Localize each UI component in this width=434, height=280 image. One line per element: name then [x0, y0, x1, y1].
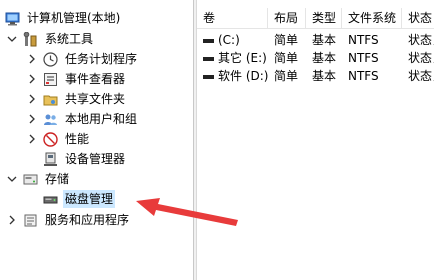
filesystem-cell: NTFS: [348, 69, 379, 83]
volume-name: (C:): [218, 33, 240, 47]
table-row[interactable]: 其它 (E:) 简单 基本 NTFS 状态良: [197, 49, 434, 67]
chevron-down-icon[interactable]: [6, 33, 18, 45]
chevron-right-icon[interactable]: [26, 113, 38, 125]
services-icon: [22, 212, 39, 229]
event-viewer-icon: [42, 71, 59, 88]
column-header-volume[interactable]: 卷: [197, 8, 268, 29]
computer-management-icon: [4, 10, 21, 27]
tools-icon: [22, 31, 39, 48]
tree-node-local-users[interactable]: 本地用户和组: [26, 109, 139, 129]
tree-node-task-scheduler[interactable]: 任务计划程序: [26, 49, 139, 69]
annotation-arrow-icon: [136, 198, 238, 226]
status-cell: 状态良: [408, 69, 434, 83]
column-header-type[interactable]: 类型: [306, 8, 342, 29]
type-cell: 基本: [312, 69, 337, 83]
column-header-filesystem[interactable]: 文件系统: [342, 8, 402, 29]
volume-icon: [203, 38, 214, 43]
filesystem-cell: NTFS: [348, 33, 379, 47]
tree-node-disk-management[interactable]: 磁盘管理: [42, 189, 116, 209]
type-cell: 基本: [312, 33, 337, 47]
volume-cell: (C:): [197, 31, 268, 49]
volume-name: 软件 (D:): [218, 69, 268, 83]
shared-folder-icon: [42, 91, 59, 108]
tree-node-system-tools[interactable]: 系统工具: [6, 29, 95, 49]
device-manager-icon: [42, 151, 59, 168]
tree-node-performance[interactable]: 性能: [26, 129, 91, 149]
clock-icon: [42, 51, 59, 68]
tree-node-event-viewer[interactable]: 事件查看器: [26, 69, 127, 89]
tree-node-device-manager[interactable]: 设备管理器: [42, 149, 127, 169]
chevron-right-icon[interactable]: [26, 93, 38, 105]
chevron-right-icon[interactable]: [6, 214, 18, 226]
disk-icon: [42, 191, 59, 208]
volume-cell: 软件 (D:): [197, 67, 268, 85]
table-row[interactable]: (C:) 简单 基本 NTFS 状态良: [197, 31, 434, 49]
tree-node-services[interactable]: 服务和应用程序: [6, 210, 131, 230]
filesystem-cell: NTFS: [348, 51, 379, 65]
volume-cell: 其它 (E:): [197, 49, 268, 67]
chevron-right-icon[interactable]: [26, 53, 38, 65]
layout-cell: 简单: [274, 33, 299, 47]
layout-cell: 简单: [274, 69, 299, 83]
chevron-down-icon[interactable]: [6, 173, 18, 185]
storage-icon: [22, 171, 39, 188]
column-header-layout[interactable]: 布局: [268, 8, 306, 29]
chevron-right-icon[interactable]: [26, 73, 38, 85]
volume-list: 卷 布局 类型 文件系统 状态 (C:) 简单 基本 NTFS 状态良 其它 (…: [197, 0, 434, 280]
users-icon: [42, 111, 59, 128]
tree-node-shared-folders[interactable]: 共享文件夹: [26, 89, 127, 109]
volume-icon: [203, 56, 214, 61]
layout-cell: 简单: [274, 51, 299, 65]
chevron-right-icon[interactable]: [26, 133, 38, 145]
type-cell: 基本: [312, 51, 337, 65]
tree-node-root[interactable]: 计算机管理(本地): [4, 8, 122, 28]
navigation-tree: 计算机管理(本地) 系统工具 任务计划程序 事件查看器 共享文件夹 本地用户和组…: [0, 0, 193, 280]
tree-node-storage[interactable]: 存储: [6, 169, 71, 189]
volume-name: 其它 (E:): [218, 51, 267, 65]
column-header-status[interactable]: 状态: [402, 8, 434, 29]
status-cell: 状态良: [408, 33, 434, 47]
status-cell: 状态良: [408, 51, 434, 65]
performance-icon: [42, 131, 59, 148]
table-row[interactable]: 软件 (D:) 简单 基本 NTFS 状态良: [197, 67, 434, 85]
volume-icon: [203, 74, 214, 79]
list-header: 卷 布局 类型 文件系统 状态: [197, 8, 434, 29]
